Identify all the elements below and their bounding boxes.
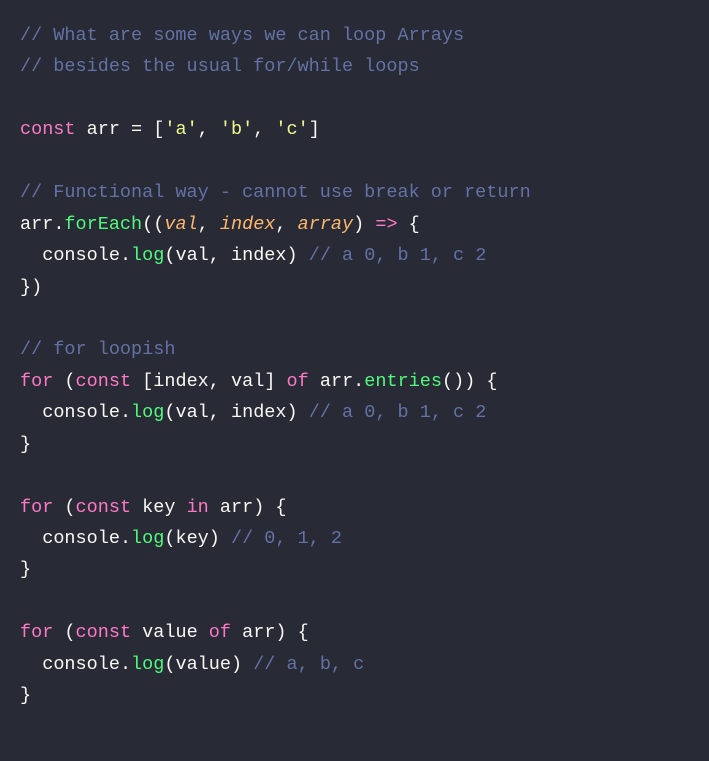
keyword-of: of [287, 371, 309, 392]
comment-inline: // a, b, c [253, 654, 364, 675]
method-call: log [131, 245, 164, 266]
comment-inline: // a 0, b 1, c 2 [309, 402, 487, 423]
string-literal: 'c' [275, 119, 308, 140]
keyword-for: for [20, 497, 53, 518]
method-call: log [131, 654, 164, 675]
keyword-const: const [76, 622, 132, 643]
comment-line: // for loopish [20, 339, 175, 360]
identifier: console [42, 245, 120, 266]
keyword-const: const [76, 371, 132, 392]
identifier: arr [20, 214, 53, 235]
method-call: forEach [64, 214, 142, 235]
keyword-const: const [20, 119, 76, 140]
comment-line: // besides the usual for/while loops [20, 56, 420, 77]
comment-inline: // 0, 1, 2 [231, 528, 342, 549]
keyword-const: const [76, 497, 132, 518]
parameter: array [298, 214, 354, 235]
keyword-in: in [187, 497, 209, 518]
identifier: arr [87, 119, 120, 140]
string-literal: 'a' [164, 119, 197, 140]
method-call: log [131, 528, 164, 549]
comment-line: // What are some ways we can loop Arrays [20, 25, 464, 46]
parameter: index [220, 214, 276, 235]
method-call: log [131, 402, 164, 423]
code-block: // What are some ways we can loop Arrays… [20, 20, 689, 712]
keyword-for: for [20, 622, 53, 643]
method-call: entries [364, 371, 442, 392]
comment-line: // Functional way - cannot use break or … [20, 182, 531, 203]
arrow-operator: => [375, 214, 397, 235]
parameter: val [164, 214, 197, 235]
comment-inline: // a 0, b 1, c 2 [309, 245, 487, 266]
keyword-for: for [20, 371, 53, 392]
string-literal: 'b' [220, 119, 253, 140]
keyword-of: of [209, 622, 231, 643]
